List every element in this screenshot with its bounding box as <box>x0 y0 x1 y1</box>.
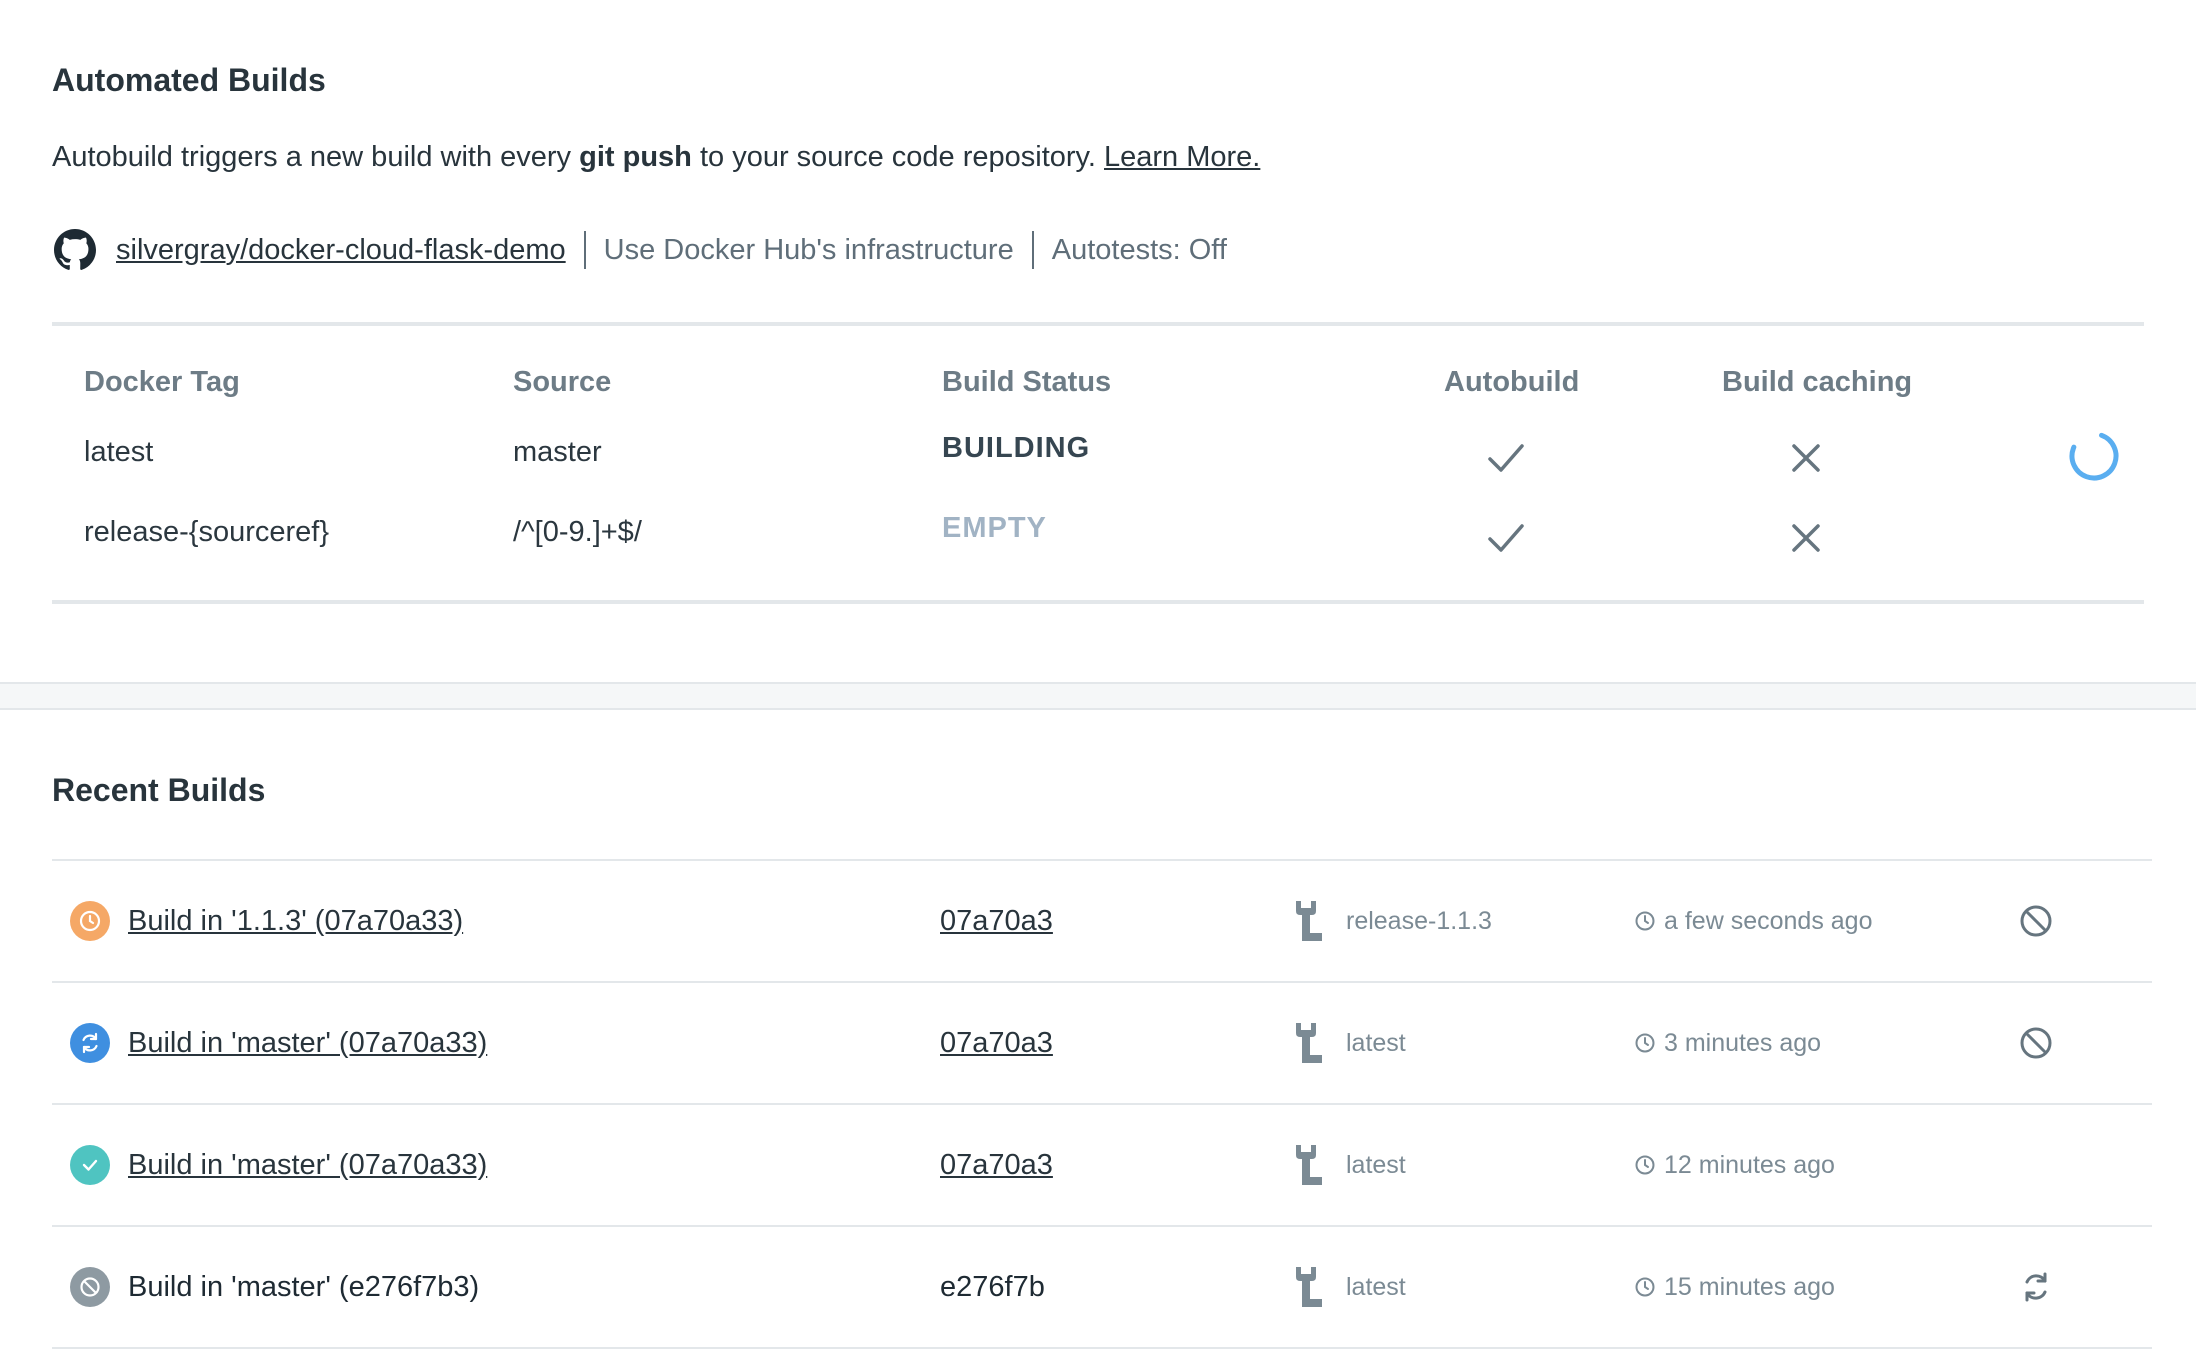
clock-icon <box>1635 1277 1655 1297</box>
repo-link[interactable]: silvergray/docker-cloud-flask-demo <box>116 234 566 267</box>
cancel-icon[interactable] <box>2018 1025 2054 1061</box>
cancel-icon <box>70 1267 110 1307</box>
clock-icon <box>1635 1033 1655 1053</box>
build-tag: latest <box>1292 1227 1406 1347</box>
build-row: Build in 'master' (07a70a33) 07a70a3 lat… <box>52 983 2152 1105</box>
clock-icon <box>1635 911 1655 931</box>
github-icon <box>54 229 96 270</box>
build-time-label: 12 minutes ago <box>1664 1150 1835 1179</box>
wrench-icon <box>1296 1023 1322 1063</box>
rule-status: BUILDING <box>942 432 1091 464</box>
x-icon <box>1792 444 1820 472</box>
autotests-label: Autotests: Off <box>1051 233 1227 266</box>
check-icon <box>1488 524 1524 552</box>
recent-builds-list: Build in '1.1.3' (07a70a33) 07a70a3 rele… <box>52 859 2152 1349</box>
build-status <box>70 1105 110 1225</box>
wrench-icon <box>1296 1267 1322 1307</box>
build-tag: latest <box>1292 1105 1406 1225</box>
build-tag-label: latest <box>1346 1150 1406 1179</box>
build-time: 15 minutes ago <box>1634 1227 1835 1347</box>
build-row: Build in 'master' (e276f7b3) e276f7b lat… <box>52 1227 2152 1349</box>
rule-tag: latest <box>84 436 154 468</box>
build-time: a few seconds ago <box>1634 861 1872 981</box>
rule-source: /^[0-9.]+$/ <box>513 516 642 548</box>
rule-status: EMPTY <box>942 512 1047 544</box>
build-tag-label: release-1.1.3 <box>1346 906 1492 935</box>
section-divider-band <box>0 682 2196 710</box>
wrench-icon <box>1296 1145 1322 1185</box>
build-rules-table: Docker Tag Source Build Status Autobuild… <box>52 322 2144 604</box>
build-name: Build in 'master' (e276f7b3) <box>128 1270 480 1303</box>
clock-icon <box>70 901 110 941</box>
commit-id: e276f7b <box>940 1270 1045 1303</box>
build-tag-label: latest <box>1346 1028 1406 1057</box>
build-row: Build in 'master' (07a70a33) 07a70a3 lat… <box>52 1105 2152 1227</box>
build-link[interactable]: Build in '1.1.3' (07a70a33) <box>128 905 463 938</box>
build-time: 12 minutes ago <box>1634 1105 1835 1225</box>
build-row: Build in '1.1.3' (07a70a33) 07a70a3 rele… <box>52 861 2152 983</box>
check-icon <box>70 1145 110 1185</box>
header-build-caching: Build caching <box>1722 366 1913 398</box>
header-build-status: Build Status <box>942 366 1112 398</box>
build-status <box>70 861 110 981</box>
wrench-icon <box>1296 901 1322 941</box>
build-link[interactable]: Build in 'master' (07a70a33) <box>128 1149 487 1182</box>
header-source: Source <box>513 366 612 398</box>
automated-builds-section: Automated Builds Autobuild triggers a ne… <box>0 0 2196 604</box>
x-icon <box>1792 524 1820 552</box>
header-docker-tag: Docker Tag <box>84 366 240 398</box>
refresh-icon <box>70 1023 110 1063</box>
build-tag: release-1.1.3 <box>1292 861 1492 981</box>
cancel-icon[interactable] <box>2018 903 2054 939</box>
repo-info-row: silvergray/docker-cloud-flask-demo Use D… <box>52 228 2144 272</box>
spinner-icon <box>2069 431 2119 481</box>
divider <box>1031 231 1034 269</box>
infrastructure-label: Use Docker Hub's infrastructure <box>603 233 1014 266</box>
build-time-label: a few seconds ago <box>1664 906 1873 935</box>
build-time: 3 minutes ago <box>1634 983 1821 1103</box>
commit-link[interactable]: 07a70a3 <box>940 1149 1053 1182</box>
clock-icon <box>1635 1155 1655 1175</box>
build-status <box>70 983 110 1103</box>
check-icon <box>1488 444 1524 472</box>
build-tag: latest <box>1292 983 1406 1103</box>
rule-source: master <box>513 436 602 468</box>
learn-more-link[interactable]: Learn More. <box>1104 141 1260 173</box>
build-status <box>70 1227 110 1347</box>
build-time-label: 3 minutes ago <box>1664 1028 1822 1057</box>
build-link[interactable]: Build in 'master' (07a70a33) <box>128 1027 487 1060</box>
build-tag-label: latest <box>1346 1272 1406 1301</box>
rule-tag: release-{sourceref} <box>84 516 330 548</box>
automated-builds-title: Automated Builds <box>52 62 326 98</box>
recent-builds-title: Recent Builds <box>52 772 266 808</box>
build-time-label: 15 minutes ago <box>1664 1272 1835 1301</box>
retry-icon[interactable] <box>2018 1269 2054 1305</box>
autobuild-description: Autobuild triggers a new build with ever… <box>52 141 1261 173</box>
header-autobuild: Autobuild <box>1444 366 1580 398</box>
commit-link[interactable]: 07a70a3 <box>940 1027 1053 1060</box>
commit-link[interactable]: 07a70a3 <box>940 905 1053 938</box>
divider <box>583 231 586 269</box>
